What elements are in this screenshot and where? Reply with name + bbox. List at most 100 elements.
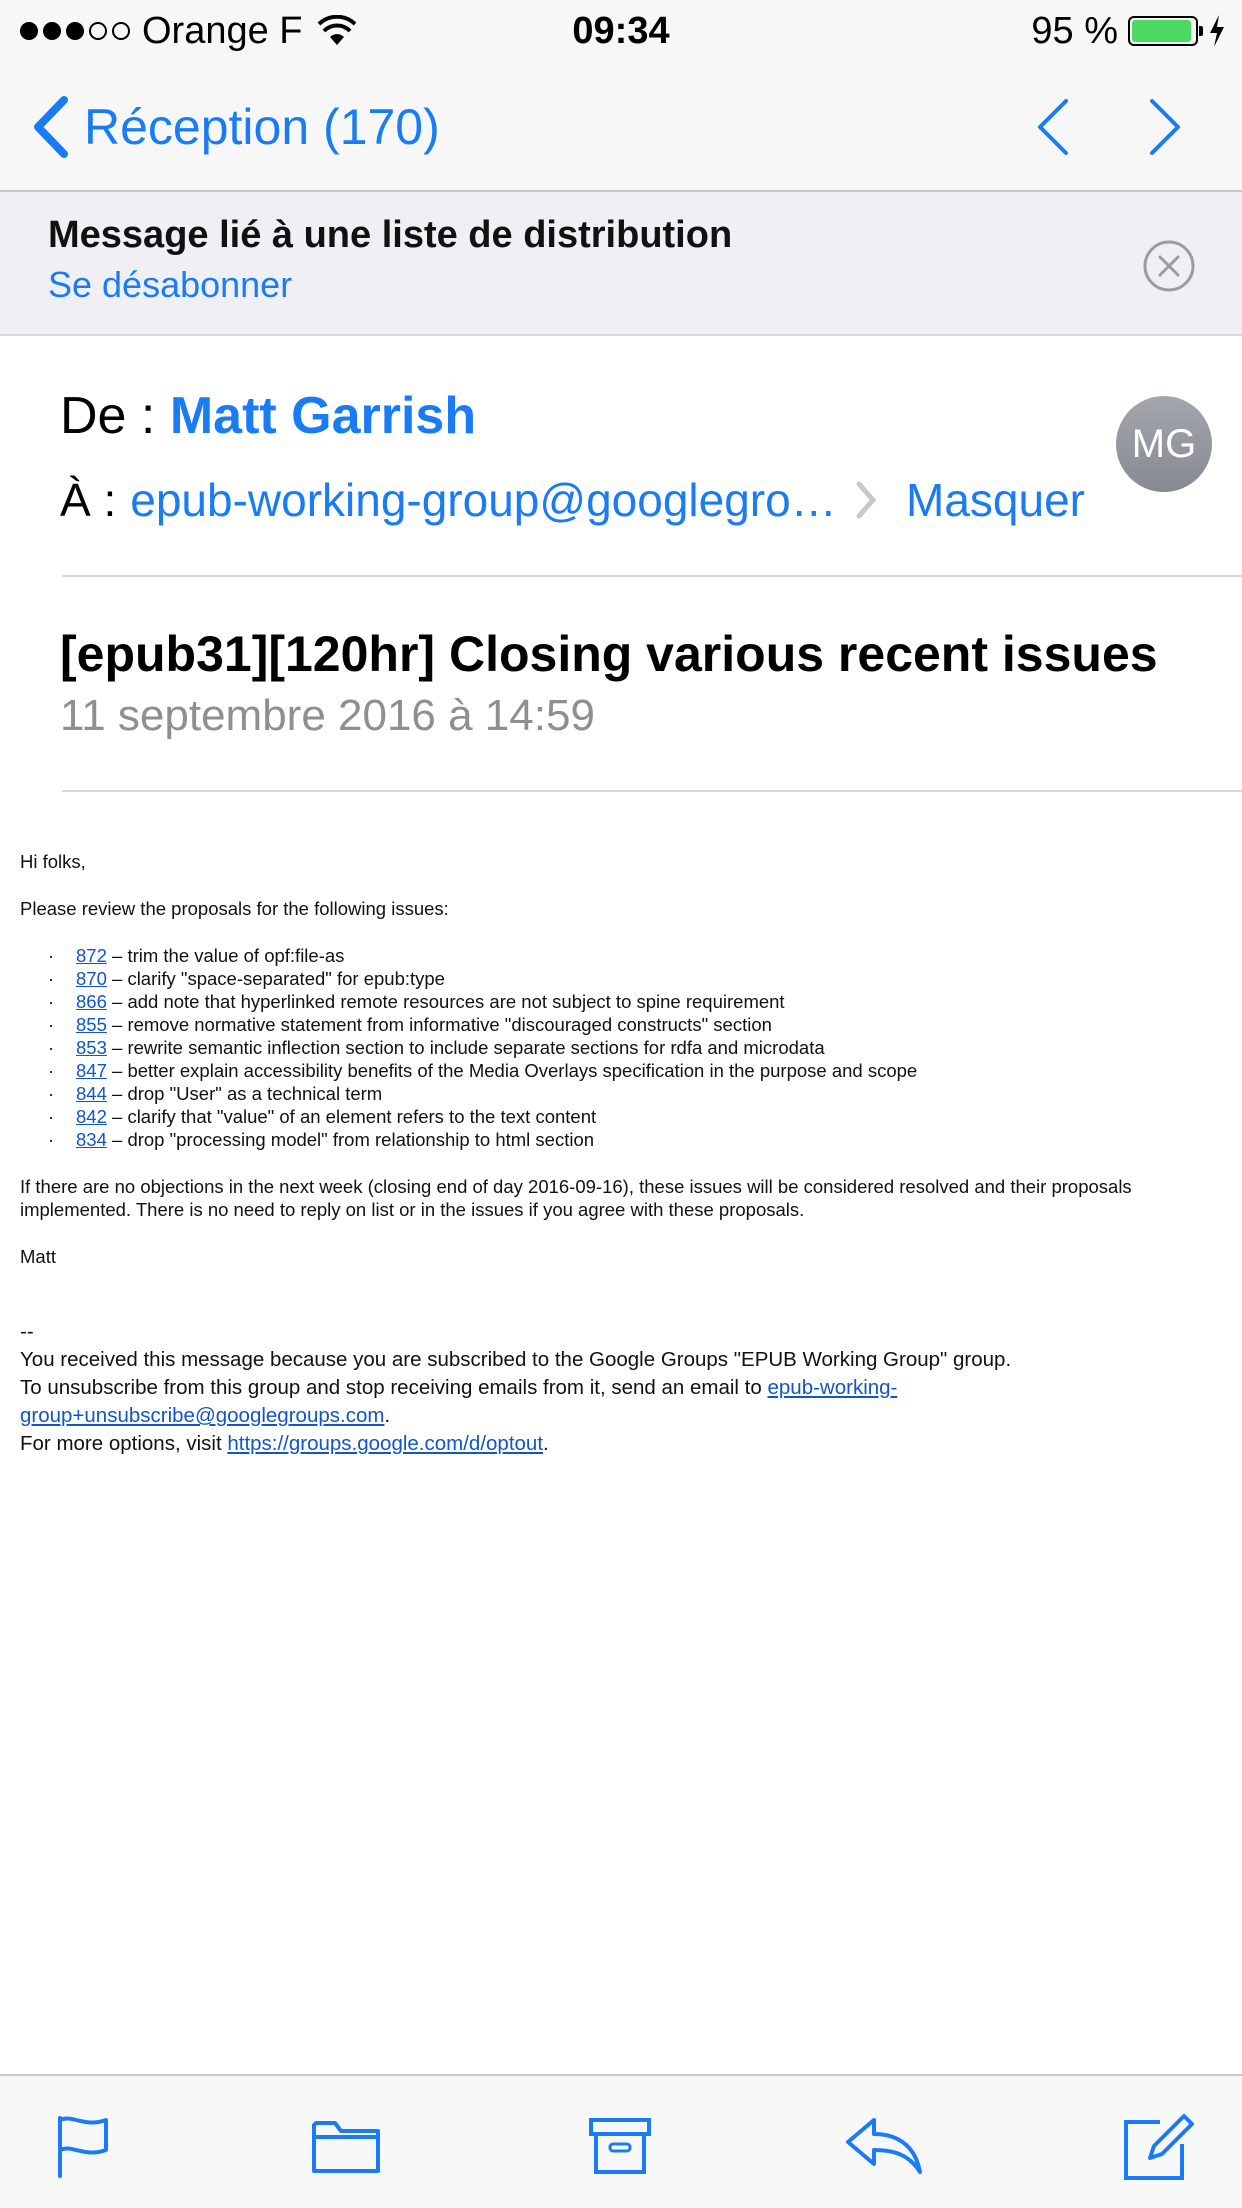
issues-list: · 872 – trim the value of opf:file-as · 870… bbox=[48, 944, 1220, 1151]
from-row: De : Matt Garrish bbox=[60, 384, 476, 448]
footer-dashes: -- bbox=[20, 1320, 34, 1343]
charging-bolt-icon bbox=[1210, 15, 1224, 47]
issue-content: 844 – drop "User" as a technical term bbox=[76, 1082, 382, 1105]
divider bbox=[62, 790, 1242, 792]
issue-link[interactable]: 842 bbox=[76, 1106, 107, 1127]
unsubscribe-link[interactable]: Se désabonner bbox=[48, 264, 292, 306]
issue-content: 872 – trim the value of opf:file-as bbox=[76, 944, 344, 967]
to-row: À : epub-working-group@googlegro… bbox=[60, 468, 881, 532]
issue-description: – drop "processing model" from relations… bbox=[106, 1129, 595, 1150]
issue-content: 866 – add note that hyperlinked remote r… bbox=[76, 990, 785, 1013]
closing-text: If there are no objections in the next w… bbox=[20, 1176, 1132, 1220]
issue-description: – add note that hyperlinked remote resou… bbox=[106, 991, 785, 1012]
bullet-glyph: · bbox=[48, 1129, 55, 1150]
issue-content: 847 – better explain accessibility benef… bbox=[76, 1059, 917, 1082]
avatar[interactable]: MG bbox=[1116, 396, 1212, 492]
back-label: Réception (170) bbox=[84, 99, 440, 155]
footer-line-2-text: To unsubscribe from this group and stop … bbox=[20, 1376, 768, 1399]
chevron-up-icon bbox=[1038, 99, 1068, 155]
greeting: Hi folks, bbox=[20, 851, 86, 872]
issue-link[interactable]: 866 bbox=[76, 991, 107, 1012]
sender-name[interactable]: Matt Garrish bbox=[170, 387, 476, 445]
hide-details-button[interactable]: Masquer bbox=[906, 468, 1085, 532]
chevron-left-icon bbox=[34, 96, 68, 158]
issue-item: · 855 – remove normative statement from i… bbox=[48, 1013, 1220, 1036]
group-footer: -- You received this message because you… bbox=[20, 1318, 1220, 1458]
footer-line-3-text: For more options, visit bbox=[20, 1432, 228, 1455]
message-body: Hi folks, Please review the proposals fo… bbox=[20, 850, 1220, 1292]
footer-line-3-suffix: . bbox=[543, 1432, 549, 1455]
bullet-glyph: · bbox=[48, 1060, 55, 1081]
footer-line-2: To unsubscribe from this group and stop … bbox=[20, 1374, 1220, 1402]
issue-item: · 834 – drop "processing model" from rela… bbox=[48, 1128, 1220, 1151]
footer-line-2-suffix: . bbox=[384, 1404, 391, 1427]
bullet-glyph: · bbox=[48, 1014, 55, 1035]
unsubscribe-email-link[interactable]: epub-working- bbox=[767, 1376, 897, 1399]
flag-button[interactable] bbox=[44, 2106, 124, 2186]
intro-text: Please review the proposals for the foll… bbox=[20, 898, 449, 919]
issue-content: 870 – clarify "space-separated" for epub… bbox=[76, 967, 445, 990]
issue-description: – remove normative statement from inform… bbox=[106, 1014, 772, 1035]
issue-content: 855 – remove normative statement from in… bbox=[76, 1013, 772, 1036]
archive-icon bbox=[589, 2118, 651, 2174]
issue-description: – trim the value of opf:file-as bbox=[106, 945, 345, 966]
optout-link[interactable]: https://groups.google.com/d/optout bbox=[227, 1432, 543, 1455]
previous-message-button[interactable] bbox=[1018, 92, 1088, 162]
issue-content: 853 – rewrite semantic inflection sectio… bbox=[76, 1036, 825, 1059]
issue-item: · 872 – trim the value of opf:file-as bbox=[48, 944, 1220, 967]
bottom-toolbar bbox=[0, 2074, 1242, 2208]
compose-icon bbox=[1124, 2114, 1194, 2180]
to-label: À : bbox=[60, 474, 117, 526]
reply-icon bbox=[846, 2118, 922, 2174]
battery-icon bbox=[1128, 16, 1203, 46]
archive-button[interactable] bbox=[580, 2106, 660, 2186]
issue-link[interactable]: 855 bbox=[76, 1014, 107, 1035]
issue-description: – drop "User" as a technical term bbox=[106, 1083, 383, 1104]
banner-title: Message lié à une liste de distribution bbox=[48, 214, 733, 256]
back-button[interactable]: Réception (170) bbox=[30, 92, 440, 162]
issue-link[interactable]: 834 bbox=[76, 1129, 107, 1150]
recipient-address[interactable]: epub-working-group@googlegro… bbox=[130, 468, 836, 532]
reply-button[interactable] bbox=[844, 2106, 924, 2186]
bullet-glyph: · bbox=[48, 968, 55, 989]
battery-percent: 95 % bbox=[1031, 9, 1118, 52]
issue-item: · 847 – better explain accessibility bene… bbox=[48, 1059, 1220, 1082]
bullet-glyph: · bbox=[48, 945, 55, 966]
issue-description: – better explain accessibility benefits … bbox=[106, 1060, 918, 1081]
issue-link[interactable]: 872 bbox=[76, 945, 107, 966]
issue-description: – clarify that "value" of an element ref… bbox=[106, 1106, 597, 1127]
bullet-glyph: · bbox=[48, 1037, 55, 1058]
chevron-right-icon bbox=[856, 481, 877, 519]
navigation-bar: Réception (170) bbox=[0, 62, 1242, 192]
issue-description: – rewrite semantic inflection section to… bbox=[106, 1037, 825, 1058]
issue-item: · 866 – add note that hyperlinked remote … bbox=[48, 990, 1220, 1013]
issue-link[interactable]: 853 bbox=[76, 1037, 107, 1058]
issue-item: · 853 – rewrite semantic inflection secti… bbox=[48, 1036, 1220, 1059]
issue-item: · 870 – clarify "space-separated" for epu… bbox=[48, 967, 1220, 990]
divider bbox=[62, 575, 1242, 577]
issue-link[interactable]: 870 bbox=[76, 968, 107, 989]
chevron-down-icon bbox=[1150, 99, 1180, 155]
message-date: 11 septembre 2016 à 14:59 bbox=[60, 691, 595, 740]
bullet-glyph: · bbox=[48, 1083, 55, 1104]
status-right: 95 % bbox=[1031, 8, 1226, 54]
bullet-glyph: · bbox=[48, 991, 55, 1012]
dismiss-banner-icon[interactable] bbox=[1142, 239, 1196, 293]
mailing-list-banner: Message lié à une liste de distribution … bbox=[0, 192, 1242, 336]
signature: Matt bbox=[20, 1246, 56, 1267]
unsubscribe-email-link-continued[interactable]: group+unsubscribe@googlegroups.com bbox=[20, 1404, 384, 1427]
flag-icon bbox=[58, 2116, 108, 2178]
issue-content: 842 – clarify that "value" of an element… bbox=[76, 1105, 596, 1128]
footer-line-3: For more options, visit https://groups.g… bbox=[20, 1430, 1220, 1458]
move-to-folder-button[interactable] bbox=[306, 2106, 386, 2186]
message-subject: [epub31][120hr] Closing various recent i… bbox=[60, 626, 1158, 682]
compose-button[interactable] bbox=[1118, 2106, 1198, 2186]
issue-item: · 844 – drop "User" as a technical term bbox=[48, 1082, 1220, 1105]
footer-line-1: You received this message because you ar… bbox=[20, 1348, 1012, 1371]
issue-link[interactable]: 844 bbox=[76, 1083, 107, 1104]
next-message-button[interactable] bbox=[1130, 92, 1200, 162]
issue-link[interactable]: 847 bbox=[76, 1060, 107, 1081]
from-label: De : bbox=[60, 387, 156, 445]
footer-line-2b: group+unsubscribe@googlegroups.com. bbox=[20, 1402, 1220, 1430]
bullet-glyph: · bbox=[48, 1106, 55, 1127]
